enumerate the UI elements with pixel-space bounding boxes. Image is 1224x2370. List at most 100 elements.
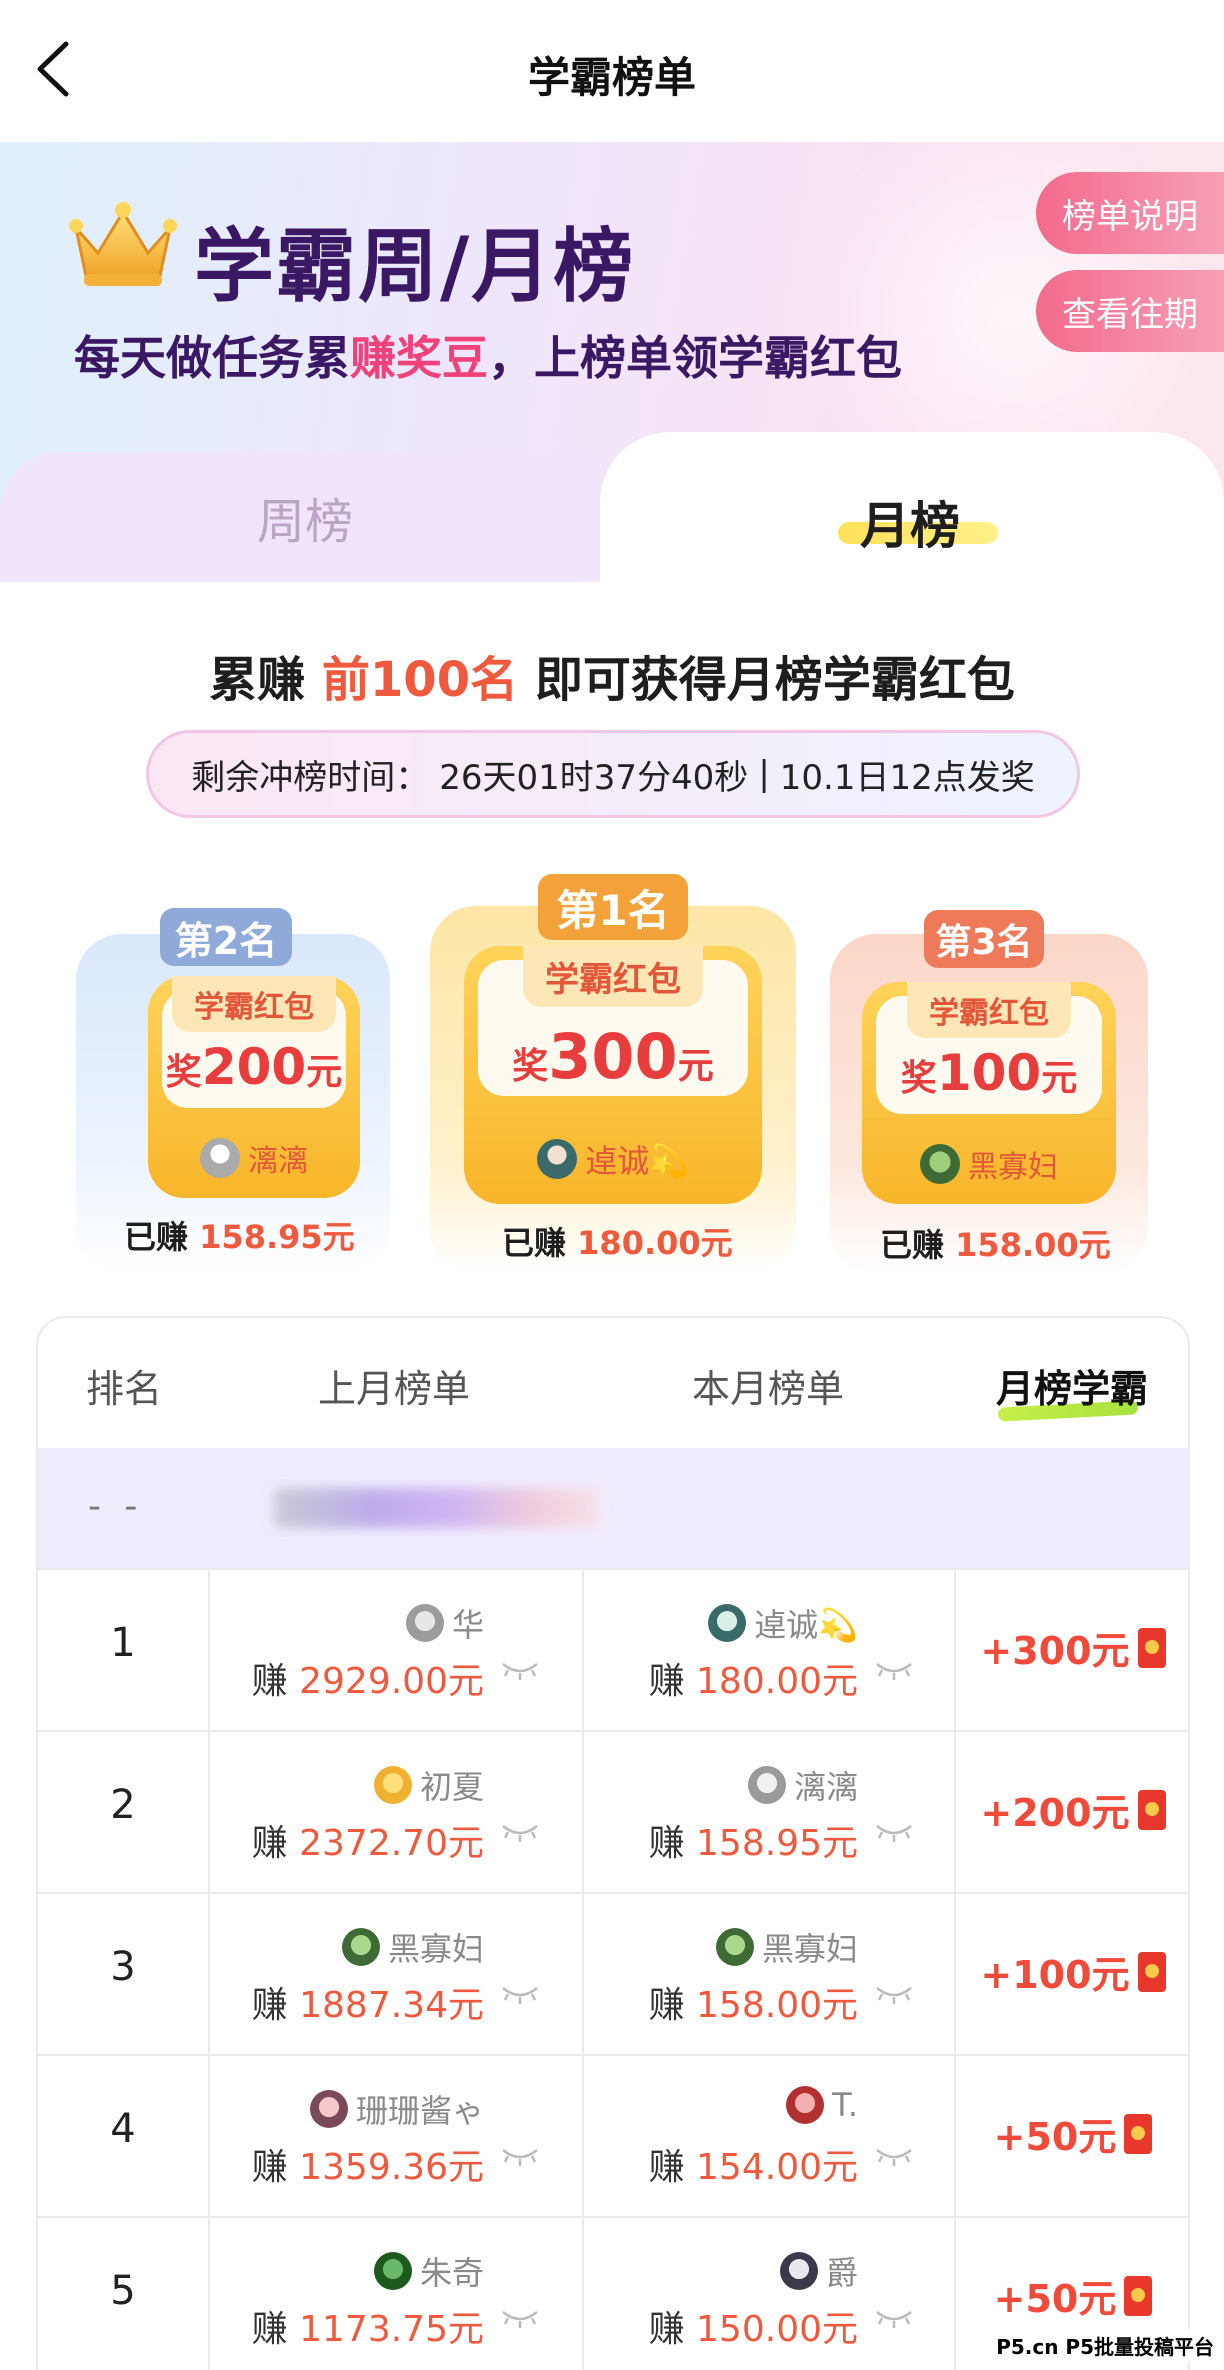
eye-closed-icon[interactable] xyxy=(500,2144,540,2168)
this-month-cell[interactable]: 黑寡妇赚 158.00元 xyxy=(582,1894,954,2054)
table-header: 排名 上月榜单 本月榜单 月榜学霸 xyxy=(38,1318,1188,1448)
rank-number: 5 xyxy=(110,2268,136,2314)
earned-amount: 赚 1359.36元 xyxy=(251,2147,484,2188)
username: 爵 xyxy=(779,2248,858,2294)
last-month-cell[interactable]: 珊珊酱ゃ赚 1359.36元 xyxy=(208,2056,580,2216)
table-row: 4 珊珊酱ゃ赚 1359.36元 T. 赚 154.00元 +50元 xyxy=(38,2054,1188,2216)
eye-closed-icon[interactable] xyxy=(874,2306,914,2330)
last-month-cell[interactable]: 华赚 2929.00元 xyxy=(208,1570,580,1730)
award-cell: +300元 xyxy=(956,1620,1188,1675)
avatar xyxy=(200,1138,240,1178)
rank-number: 3 xyxy=(110,1944,136,1990)
earned-third: 已赚 158.00元 xyxy=(880,1226,1111,1264)
this-month-cell[interactable]: 漓漓赚 158.95元 xyxy=(582,1732,954,1892)
rank-number: 4 xyxy=(110,2106,136,2152)
award-cell: +100元 xyxy=(956,1944,1188,1999)
eye-closed-icon[interactable] xyxy=(500,1982,540,2006)
username: 华 xyxy=(405,1600,484,1646)
award-cell: +200元 xyxy=(956,1782,1188,1837)
this-month-cell[interactable]: T. 赚 154.00元 xyxy=(582,2056,954,2216)
eye-closed-icon[interactable] xyxy=(874,1982,914,2006)
page-title: 学霸榜单 xyxy=(527,53,696,102)
earned-amount: 赚 180.00元 xyxy=(648,1661,858,1702)
envelope-user[interactable]: 漓漓 xyxy=(148,1136,360,1180)
eye-closed-icon[interactable] xyxy=(874,2144,914,2168)
tab-monthly-label: 月榜 xyxy=(860,497,960,555)
envelope-label: 学霸红包 xyxy=(523,946,703,1007)
countdown-bar: 剩余冲榜时间： 26天01时37分40秒 | 10.1日12点发奖 xyxy=(146,730,1080,818)
countdown-separator: | xyxy=(758,754,770,794)
my-rank-row: - - xyxy=(38,1448,1188,1568)
eye-closed-icon[interactable] xyxy=(874,1820,914,1844)
banner-subtitle: 每天做任务累赚奖豆，上榜单领学霸红包 xyxy=(74,331,902,385)
table-row: 2 初夏赚 2372.70元 漓漓赚 158.95元 +200元 xyxy=(38,1730,1188,1892)
app-header: 学霸榜单 xyxy=(0,0,1224,142)
avatar xyxy=(920,1144,960,1184)
username: 逴诚💫 xyxy=(708,1600,858,1646)
earned-amount: 赚 158.95元 xyxy=(648,1823,858,1864)
rank-badge-second: 第2名 xyxy=(160,908,292,966)
award-cell: +50元 xyxy=(956,2268,1188,2323)
award-date: 10.1日12点发奖 xyxy=(779,757,1035,798)
eye-closed-icon[interactable] xyxy=(874,1658,914,1682)
rank-badge-third: 第3名 xyxy=(924,910,1044,968)
username: 珊珊酱ゃ xyxy=(309,2086,484,2132)
blurred-username xyxy=(274,1488,600,1528)
banner-title: 学霸周/月榜 xyxy=(194,220,636,313)
last-month-cell[interactable]: 黑寡妇赚 1887.34元 xyxy=(208,1894,580,2054)
avatar xyxy=(786,2086,825,2124)
earned-first: 已赚 180.00元 xyxy=(502,1224,733,1262)
reward-headline: 累赚 前100名 即可获得月榜学霸红包 xyxy=(209,652,1015,708)
award-cell: +50元 xyxy=(956,2106,1188,2161)
avatar xyxy=(405,1604,444,1642)
username: T. xyxy=(786,2086,858,2124)
header-this-month[interactable]: 本月榜单 xyxy=(692,1358,844,1413)
avatar xyxy=(309,2090,348,2128)
username: 朱奇 xyxy=(373,2248,484,2294)
history-button[interactable]: 查看往期 xyxy=(1036,270,1224,352)
tab-weekly-label: 周榜 xyxy=(256,494,353,550)
table-row: 1 华赚 2929.00元 逴诚💫 赚 180.00元 +300元 xyxy=(38,1568,1188,1730)
last-month-cell[interactable]: 朱奇赚 1173.75元 xyxy=(208,2218,580,2370)
table-row: 3 黑寡妇赚 1887.34元 黑寡妇赚 158.00元 +100元 xyxy=(38,1892,1188,2054)
avatar xyxy=(779,2252,818,2290)
earned-amount: 赚 1173.75元 xyxy=(251,2309,484,2350)
countdown-label: 剩余冲榜时间： xyxy=(191,757,430,798)
earned-amount: 赚 2372.70元 xyxy=(251,1823,484,1864)
eye-closed-icon[interactable] xyxy=(500,1658,540,1682)
avatar xyxy=(537,1139,578,1179)
red-envelope-first: 学霸红包 奖300元 逴诚💫 xyxy=(464,946,762,1204)
envelope-user[interactable]: 黑寡妇 xyxy=(862,1142,1116,1186)
header-award[interactable]: 月榜学霸 xyxy=(996,1358,1148,1413)
last-month-cell[interactable]: 初夏赚 2372.70元 xyxy=(208,1732,580,1892)
avatar xyxy=(715,1928,754,1966)
eye-closed-icon[interactable] xyxy=(500,2306,540,2330)
red-envelope-icon xyxy=(1124,2113,1153,2154)
tab-weekly[interactable]: 周榜 xyxy=(0,452,640,582)
username: 初夏 xyxy=(373,1762,484,1808)
eye-closed-icon[interactable] xyxy=(500,1820,540,1844)
rank-number: 1 xyxy=(110,1620,136,1666)
username: 漓漓 xyxy=(747,1762,858,1808)
this-month-cell[interactable]: 爵赚 150.00元 xyxy=(582,2218,954,2370)
earned-amount: 赚 150.00元 xyxy=(648,2309,858,2350)
crown-icon xyxy=(69,202,177,286)
earned-amount: 赚 2929.00元 xyxy=(251,1661,484,1702)
envelope-user[interactable]: 逴诚💫 xyxy=(464,1136,762,1182)
rank-number: 2 xyxy=(110,1782,136,1828)
red-envelope-icon xyxy=(1137,1789,1166,1830)
rank-badge-first: 第1名 xyxy=(538,874,688,940)
avatar xyxy=(341,1928,380,1966)
ranking-table: 排名 上月榜单 本月榜单 月榜学霸 - - 1 华赚 2929.00元 逴诚💫 赚 1… xyxy=(36,1316,1190,2370)
this-month-cell[interactable]: 逴诚💫 赚 180.00元 xyxy=(582,1570,954,1730)
earned-amount: 赚 158.00元 xyxy=(648,1985,858,2026)
red-envelope-icon xyxy=(1137,1951,1166,1992)
earned-amount: 赚 1887.34元 xyxy=(251,1985,484,2026)
envelope-prize: 奖100元 xyxy=(900,1044,1078,1102)
envelope-label: 学霸红包 xyxy=(172,976,336,1032)
red-envelope-third: 学霸红包 奖100元 黑寡妇 xyxy=(862,982,1116,1204)
rules-button[interactable]: 榜单说明 xyxy=(1036,172,1224,254)
header-last-month[interactable]: 上月榜单 xyxy=(318,1358,470,1413)
header-rank: 排名 xyxy=(86,1367,163,1411)
my-rank: - - xyxy=(88,1486,144,1527)
